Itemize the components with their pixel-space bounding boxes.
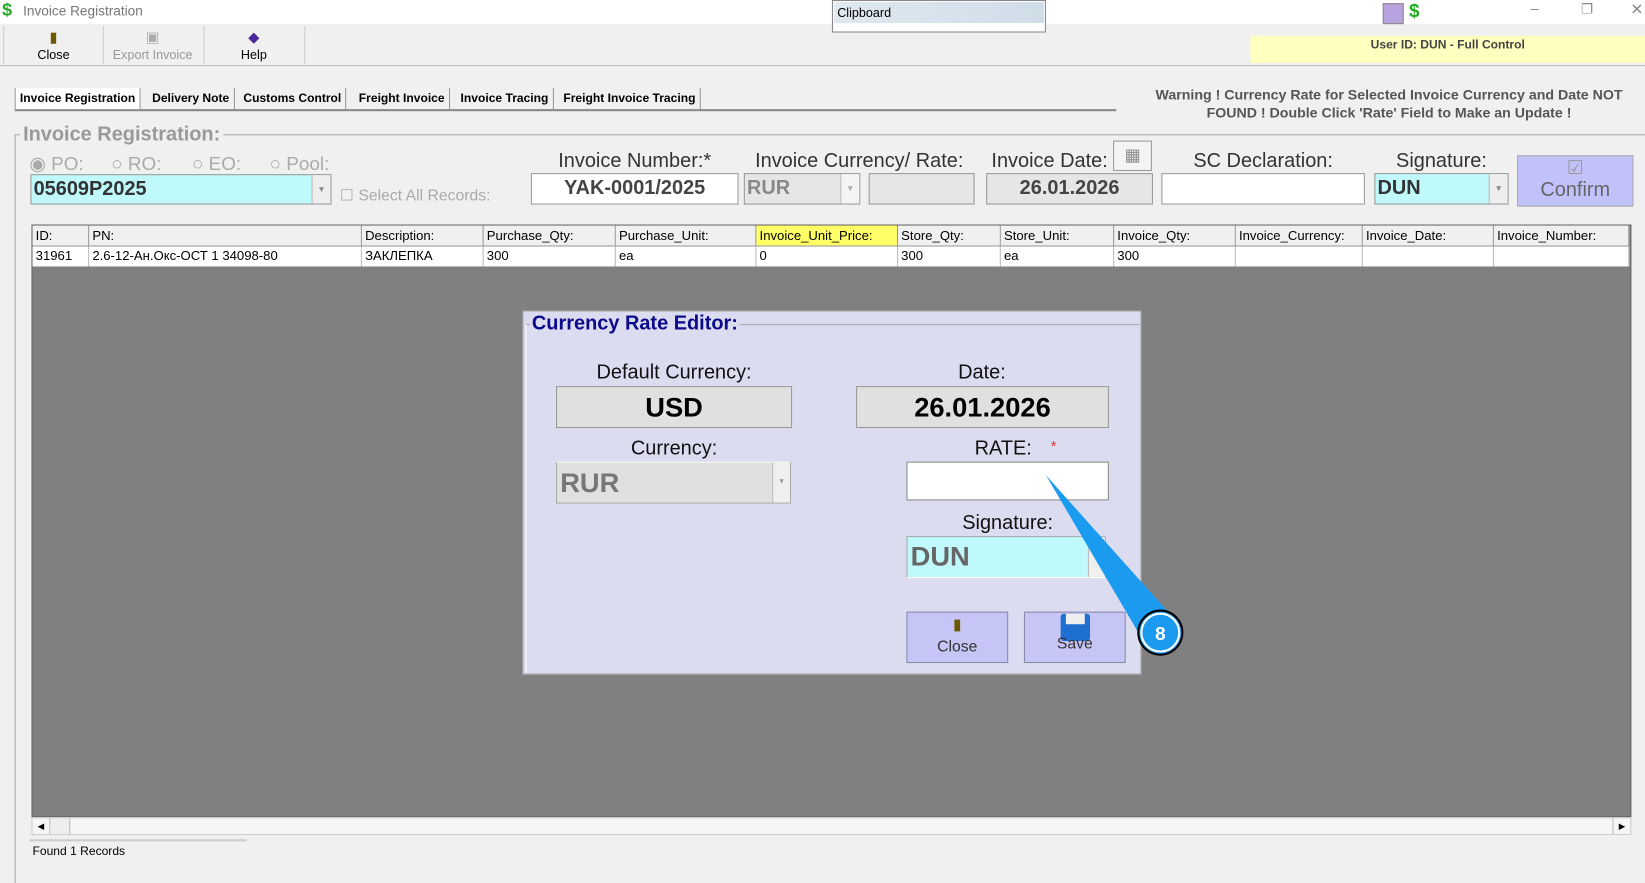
- callout-pointer: 8: [1045, 475, 1184, 656]
- callout-number: 8: [1155, 624, 1166, 645]
